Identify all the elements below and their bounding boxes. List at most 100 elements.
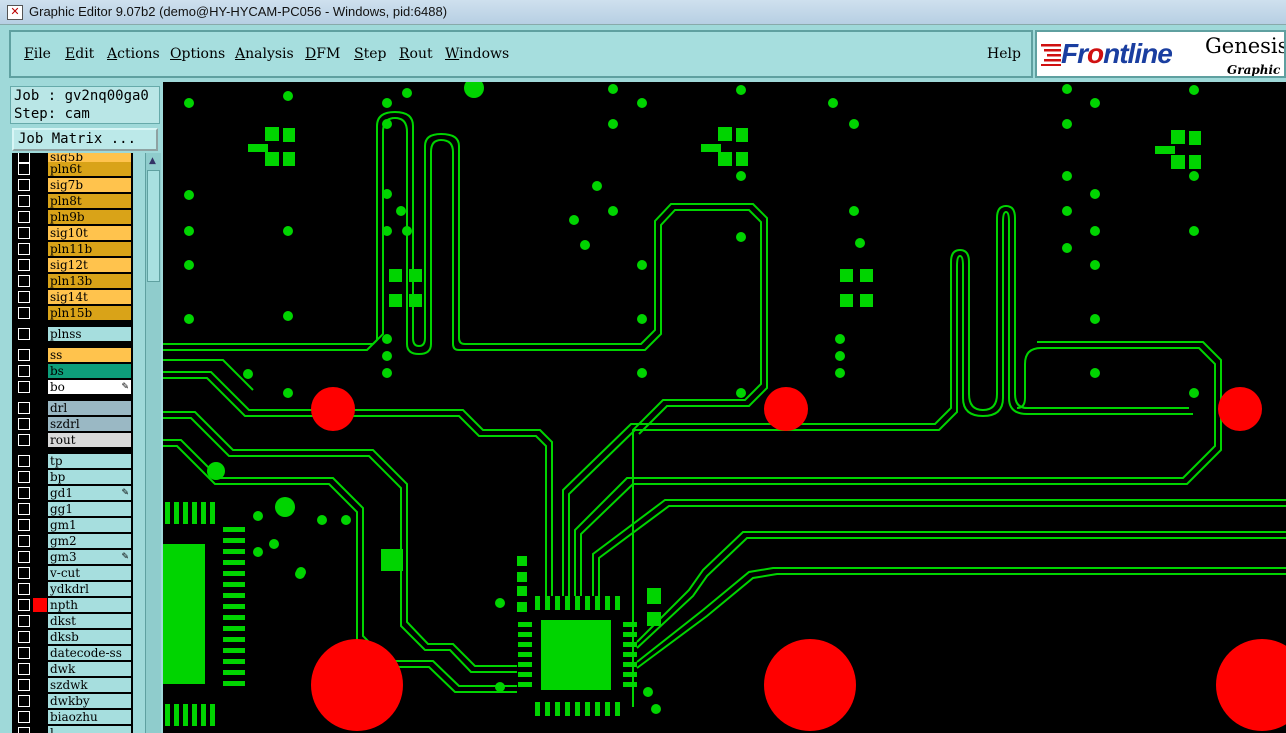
layer-row-gm2[interactable]: gm2 [12, 533, 133, 549]
menu-options[interactable]: Options [170, 46, 225, 62]
layer-name[interactable]: bp [48, 470, 131, 484]
menu-rout[interactable]: Rout [399, 46, 433, 62]
layer-name[interactable]: v-cut [48, 566, 131, 580]
layer-name[interactable]: ydkdrl [48, 582, 131, 596]
layer-name[interactable]: bo ✎ [48, 380, 131, 394]
layer-name[interactable]: gm1 [48, 518, 131, 532]
layer-checkbox[interactable] [18, 471, 30, 483]
layer-name[interactable]: drl [48, 401, 131, 415]
layer-name[interactable]: gm3 ✎ [48, 550, 131, 564]
layer-name[interactable]: rout [48, 433, 131, 447]
pcb-view[interactable] [163, 82, 1286, 733]
layer-row-bs[interactable]: bs [12, 363, 133, 379]
layer-checkbox[interactable] [18, 365, 30, 377]
layer-name[interactable]: pln8t [48, 194, 131, 208]
menu-edit[interactable]: Edit [65, 46, 94, 62]
layer-name[interactable]: dkst [48, 614, 131, 628]
layer-name[interactable]: pln15b [48, 306, 131, 320]
layer-row-pln6t[interactable]: pln6t [12, 161, 133, 177]
layer-row-v-cut[interactable]: v-cut [12, 565, 133, 581]
menu-file[interactable]: File [24, 46, 51, 62]
layer-row-drl[interactable]: drl [12, 400, 133, 416]
layer-name[interactable]: dksb [48, 630, 131, 644]
layer-name[interactable]: szdrl [48, 417, 131, 431]
layer-row-bp[interactable]: bp [12, 469, 133, 485]
layer-row-biaozhu[interactable]: biaozhu [12, 709, 133, 725]
layer-checkbox[interactable] [18, 227, 30, 239]
layer-name[interactable]: sig14t [48, 290, 131, 304]
layer-row-pln15b[interactable]: pln15b [12, 305, 133, 321]
menu-dfm[interactable]: DFM [305, 46, 340, 62]
layer-row-tp[interactable]: tp [12, 453, 133, 469]
layer-row-sig7b[interactable]: sig7b [12, 177, 133, 193]
layer-name[interactable]: sig12t [48, 258, 131, 272]
layer-row-dkst[interactable]: dkst [12, 613, 133, 629]
layer-checkbox[interactable] [18, 695, 30, 707]
layer-checkbox[interactable] [18, 402, 30, 414]
layer-checkbox[interactable] [18, 631, 30, 643]
layer-row-sig14t[interactable]: sig14t [12, 289, 133, 305]
layer-row-dwk[interactable]: dwk [12, 661, 133, 677]
layer-checkbox[interactable] [18, 328, 30, 340]
layer-row-gg1[interactable]: gg1 [12, 501, 133, 517]
layer-checkbox[interactable] [18, 599, 30, 611]
layer-name[interactable]: gd1 ✎ [48, 486, 131, 500]
layer-scroll-thumb[interactable] [147, 170, 160, 282]
layer-name[interactable]: dwkby [48, 694, 131, 708]
layer-name[interactable]: pln11b [48, 242, 131, 256]
layer-checkbox[interactable] [18, 211, 30, 223]
layer-row-szdrl[interactable]: szdrl [12, 416, 133, 432]
layer-row-pln9b[interactable]: pln9b [12, 209, 133, 225]
layer-row-dwkby[interactable]: dwkby [12, 693, 133, 709]
graphic-canvas[interactable] [163, 82, 1286, 733]
layer-checkbox[interactable] [18, 711, 30, 723]
layer-name[interactable]: gg1 [48, 502, 131, 516]
layer-row-ydkdrl[interactable]: ydkdrl [12, 581, 133, 597]
layer-checkbox[interactable] [18, 551, 30, 563]
layer-checkbox[interactable] [18, 259, 30, 271]
layer-name[interactable]: plnss [48, 327, 131, 341]
layer-row-sig10t[interactable]: sig10t [12, 225, 133, 241]
layer-checkbox[interactable] [18, 679, 30, 691]
layer-checkbox[interactable] [18, 663, 30, 675]
layer-checkbox[interactable] [18, 434, 30, 446]
layer-row-gd1[interactable]: gd1 ✎ [12, 485, 133, 501]
layer-checkbox[interactable] [18, 275, 30, 287]
layer-checkbox[interactable] [18, 291, 30, 303]
layer-checkbox[interactable] [18, 615, 30, 627]
layer-checkbox[interactable] [18, 163, 30, 175]
layer-row-bo[interactable]: bo ✎ [12, 379, 133, 395]
menu-help[interactable]: Help [987, 46, 1021, 62]
layer-row-gm3[interactable]: gm3 ✎ [12, 549, 133, 565]
layer-checkbox[interactable] [18, 307, 30, 319]
layer-checkbox[interactable] [18, 647, 30, 659]
layer-checkbox[interactable] [18, 455, 30, 467]
layer-row-gm1[interactable]: gm1 [12, 517, 133, 533]
layer-row-pln13b[interactable]: pln13b [12, 273, 133, 289]
layer-row-npth[interactable]: npth [12, 597, 133, 613]
scroll-up-icon[interactable]: ▲ [146, 155, 159, 167]
layer-checkbox[interactable] [18, 179, 30, 191]
layer-row-datecode-ss[interactable]: datecode-ss [12, 645, 133, 661]
layer-name[interactable]: npth [48, 598, 131, 612]
layer-name[interactable]: l [48, 726, 131, 733]
layer-name[interactable]: sig7b [48, 178, 131, 192]
layer-name[interactable]: tp [48, 454, 131, 468]
layer-row-pln11b[interactable]: pln11b [12, 241, 133, 257]
layer-row-dksb[interactable]: dksb [12, 629, 133, 645]
layer-checkbox[interactable] [18, 583, 30, 595]
layer-checkbox[interactable] [18, 195, 30, 207]
layer-row-ss[interactable]: ss [12, 347, 133, 363]
layer-row-sig12t[interactable]: sig12t [12, 257, 133, 273]
menu-analysis[interactable]: Analysis [235, 46, 294, 62]
layer-name[interactable]: ss [48, 348, 131, 362]
layer-checkbox[interactable] [18, 349, 30, 361]
layer-checkbox[interactable] [18, 535, 30, 547]
layer-row-szdwk[interactable]: szdwk [12, 677, 133, 693]
layer-row-plnss[interactable]: plnss [12, 326, 133, 342]
menu-actions[interactable]: Actions [107, 46, 160, 62]
layer-name[interactable]: pln9b [48, 210, 131, 224]
layer-row-rout[interactable]: rout [12, 432, 133, 448]
menu-windows[interactable]: Windows [445, 46, 509, 62]
layer-checkbox[interactable] [18, 418, 30, 430]
